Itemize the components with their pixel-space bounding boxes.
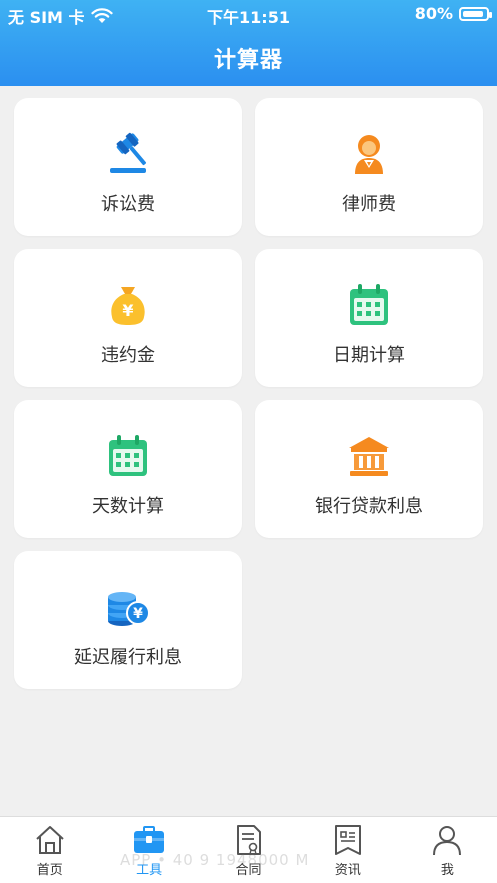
toolbox-icon <box>134 826 165 853</box>
card-label: 律师费 <box>342 194 396 215</box>
tab-label: 我 <box>440 863 454 878</box>
gavel-icon <box>110 132 147 173</box>
card-date-calc[interactable]: 日期计算 <box>255 249 483 387</box>
card-penalty[interactable]: ¥ 违约金 <box>14 249 242 387</box>
card-bank-loan-interest[interactable]: 银行贷款利息 <box>255 400 483 538</box>
tab-tools[interactable]: 工具 <box>99 817 198 883</box>
tab-label: 合同 <box>235 863 262 878</box>
battery-icon <box>459 6 492 21</box>
card-lawyer-fee[interactable]: 律师费 <box>255 98 483 236</box>
card-litigation-fee[interactable]: 诉讼费 <box>14 98 242 236</box>
contract-icon <box>236 825 261 855</box>
card-label: 银行贷款利息 <box>315 496 423 517</box>
card-label: 违约金 <box>101 345 155 366</box>
coins-icon: ¥ <box>108 592 150 626</box>
calendar-icon <box>109 435 147 476</box>
card-label: 延迟履行利息 <box>74 647 182 668</box>
card-label: 天数计算 <box>92 496 164 517</box>
user-icon <box>433 826 462 856</box>
svg-text:¥: ¥ <box>122 301 133 320</box>
card-late-performance-interest[interactable]: ¥ 延迟履行利息 <box>14 551 242 689</box>
bank-icon <box>349 437 389 476</box>
tab-news[interactable]: 资讯 <box>298 817 397 883</box>
calendar-icon <box>350 284 388 325</box>
status-bar: 无 SIM 卡 下午11:51 80% <box>0 0 497 28</box>
lawyer-icon <box>355 135 383 174</box>
tab-label: 首页 <box>36 863 63 878</box>
tab-label: 资讯 <box>334 863 361 878</box>
tab-home[interactable]: 首页 <box>0 817 99 883</box>
money-bag-icon: ¥ <box>111 287 145 325</box>
card-label: 日期计算 <box>333 345 405 366</box>
bottom-tab-bar: 首页 工具 合同 资讯 我 APP • 40 9 1948000 M <box>0 816 497 883</box>
tab-contract[interactable]: 合同 <box>199 817 298 883</box>
news-icon <box>334 825 361 855</box>
home-icon <box>36 826 64 854</box>
card-label: 诉讼费 <box>101 194 155 215</box>
battery-percent: 80% <box>414 4 453 23</box>
page-title: 计算器 <box>213 48 283 73</box>
tab-label: 工具 <box>136 863 163 878</box>
svg-text:¥: ¥ <box>133 606 143 622</box>
card-days-calc[interactable]: 天数计算 <box>14 400 242 538</box>
app-header: 无 SIM 卡 下午11:51 80% 计算器 <box>0 0 497 86</box>
tab-me[interactable]: 我 <box>398 817 497 883</box>
